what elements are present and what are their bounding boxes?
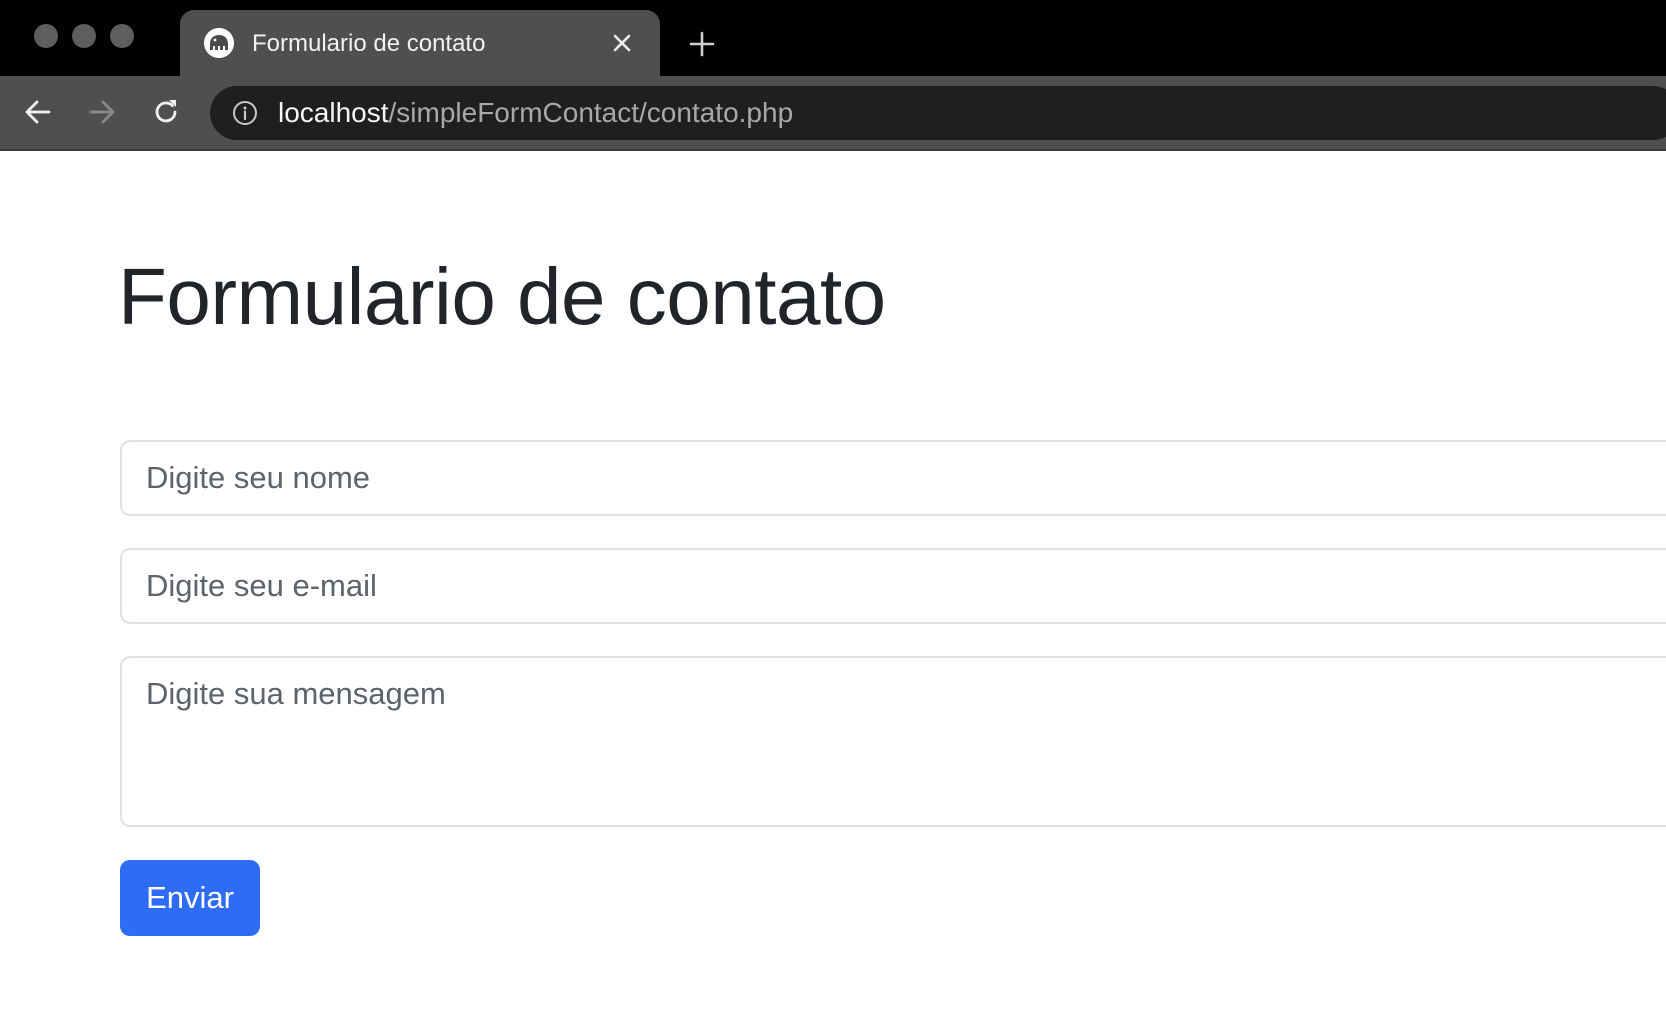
plus-icon[interactable] — [688, 30, 716, 58]
url-host: localhost — [278, 97, 389, 128]
submit-button[interactable]: Enviar — [120, 860, 260, 936]
url-text: localhost/simpleFormContact/contato.php — [278, 97, 793, 129]
browser-toolbar: localhost/simpleFormContact/contato.php — [0, 76, 1666, 151]
url-path: /simpleFormContact/contato.php — [388, 97, 794, 128]
info-icon[interactable] — [232, 100, 258, 126]
email-input[interactable] — [120, 548, 1666, 624]
tab-title: Formulario de contato — [252, 30, 486, 57]
window-controls — [34, 24, 134, 48]
browser-tab[interactable]: Formulario de contato — [180, 10, 660, 76]
close-icon[interactable] — [610, 31, 634, 55]
arrow-right-icon[interactable] — [86, 96, 118, 128]
page-title: Formulario de contato — [118, 252, 886, 341]
page-content: Formulario de contato Enviar — [0, 151, 1666, 1032]
minimize-window-button[interactable] — [72, 24, 96, 48]
maximize-window-button[interactable] — [110, 24, 134, 48]
elephant-favicon-icon — [204, 28, 234, 58]
address-bar[interactable]: localhost/simpleFormContact/contato.php — [210, 86, 1666, 140]
name-input[interactable] — [120, 440, 1666, 516]
reload-icon[interactable] — [150, 96, 182, 128]
close-window-button[interactable] — [34, 24, 58, 48]
arrow-left-icon[interactable] — [22, 96, 54, 128]
message-textarea[interactable] — [120, 656, 1666, 827]
browser-chrome: Formulario de contato localhost/simpleFo… — [0, 0, 1666, 151]
